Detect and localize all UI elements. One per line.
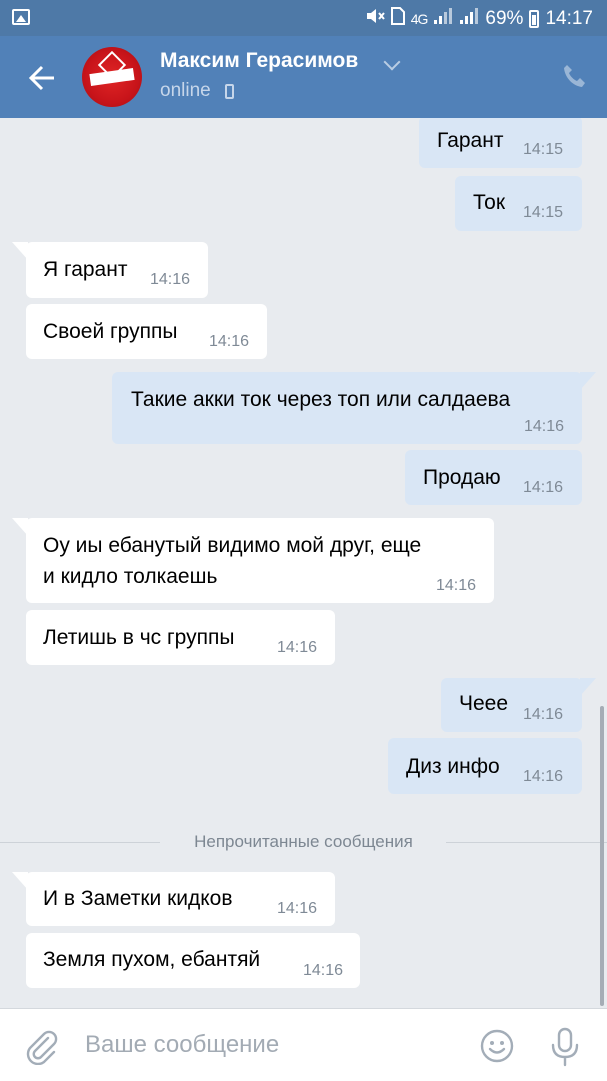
- mobile-online-icon: [225, 84, 234, 99]
- message-text: Своей группы: [43, 320, 178, 343]
- message-time: 14:16: [436, 577, 477, 594]
- chevron-down-icon[interactable]: [383, 53, 401, 71]
- message-in[interactable]: Я гарант 14:16: [12, 242, 208, 298]
- message-time: 14:16: [524, 418, 565, 435]
- message-input[interactable]: Ваше сообщение: [85, 1031, 279, 1059]
- message-text-line2: и кидло толкаешь: [43, 565, 218, 588]
- message-text: Я гарант: [43, 258, 128, 281]
- message-time: 14:16: [277, 639, 318, 656]
- message-time: 14:15: [523, 204, 564, 221]
- message-time: 14:16: [150, 271, 191, 288]
- call-icon[interactable]: [561, 62, 589, 90]
- message-in[interactable]: Летишь в чс группы 14:16: [26, 610, 335, 665]
- message-text: Продаю: [423, 466, 501, 489]
- back-arrow-icon[interactable]: [24, 58, 64, 98]
- message-text: Земля пухом, ебантяй: [43, 948, 261, 971]
- signal-icon: [433, 7, 453, 31]
- message-text: Ток: [473, 191, 506, 214]
- status-icons: 4G 69% 14:17: [365, 7, 593, 31]
- attach-icon[interactable]: [24, 1029, 58, 1066]
- battery-percent: 69%: [485, 8, 524, 29]
- message-time: 14:16: [523, 706, 564, 723]
- message-time: 14:16: [523, 479, 564, 496]
- message-time: 14:16: [523, 768, 564, 785]
- message-time: 14:16: [277, 900, 318, 917]
- battery-icon: [529, 10, 540, 28]
- mute-icon: [365, 7, 385, 31]
- message-text: Диз инфо: [406, 755, 500, 778]
- signal-icon-2: [459, 7, 479, 31]
- message-text: Чеее: [459, 692, 509, 715]
- message-in[interactable]: Своей группы 14:16: [26, 304, 267, 359]
- message-out[interactable]: Чеее 14:16: [441, 678, 596, 732]
- message-in[interactable]: Земля пухом, ебантяй 14:16: [26, 933, 360, 988]
- gallery-notification-icon: [12, 9, 30, 25]
- message-time: 14:15: [523, 141, 564, 158]
- message-out[interactable]: Такие акки ток через топ или салдаева 14…: [112, 372, 596, 444]
- microphone-icon[interactable]: [548, 1027, 582, 1067]
- sim-icon: [390, 7, 405, 31]
- emoji-icon[interactable]: [480, 1029, 514, 1063]
- message-time: 14:16: [303, 962, 344, 979]
- divider-line-right: [446, 842, 607, 843]
- clock: 14:17: [545, 8, 593, 29]
- message-out[interactable]: Диз инфо 14:16: [388, 738, 582, 794]
- message-out[interactable]: Гарант 14:15: [419, 118, 582, 168]
- scrollbar[interactable]: [600, 706, 604, 1006]
- message-text: И в Заметки кидков: [43, 887, 233, 910]
- contact-name[interactable]: Максим Герасимов: [160, 49, 358, 73]
- message-out[interactable]: Ток 14:15: [455, 176, 582, 231]
- message-text: Такие акки ток через топ или салдаева: [131, 388, 511, 411]
- avatar[interactable]: [82, 47, 142, 107]
- message-composer: Ваше сообщение: [0, 1008, 607, 1081]
- message-text: Гарант: [437, 129, 504, 152]
- message-list[interactable]: Гарант 14:15 Ток 14:15 Я гарант 14:16 Св…: [0, 118, 607, 1008]
- unread-divider: Непрочитанные сообщения: [0, 828, 607, 858]
- message-time: 14:16: [209, 333, 250, 350]
- message-out[interactable]: Продаю 14:16: [405, 450, 582, 505]
- avatar-logo-band: [89, 67, 135, 87]
- message-in[interactable]: И в Заметки кидков 14:16: [12, 872, 335, 926]
- message-text: Летишь в чс группы: [43, 626, 235, 649]
- chat-header: Максим Герасимов online: [0, 36, 607, 118]
- network-type: 4G: [410, 11, 429, 27]
- message-in[interactable]: Оу иы ебанутый видимо мой друг, еще и ки…: [12, 518, 494, 603]
- message-text-line1: Оу иы ебанутый видимо мой друг, еще: [43, 534, 422, 557]
- status-bar: 4G 69% 14:17: [0, 0, 607, 36]
- contact-status: online: [160, 80, 211, 101]
